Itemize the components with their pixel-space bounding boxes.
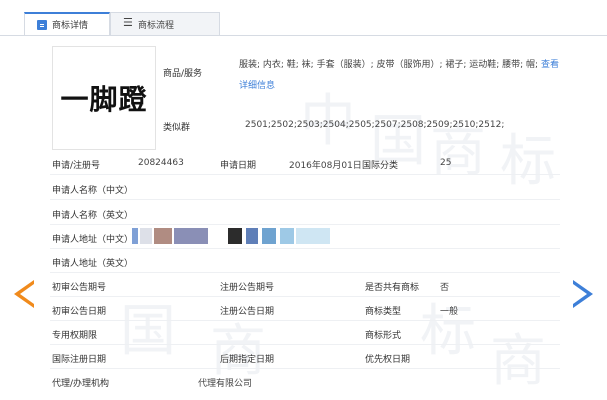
tab-trademark-details[interactable]: 商标详情: [24, 12, 110, 36]
redaction-block: [154, 228, 172, 244]
tm-type-value: 一般: [440, 307, 459, 317]
trademark-image: 一脚蹬: [52, 46, 156, 150]
redaction-block: [228, 228, 242, 244]
intl-class-label: 国际分类: [362, 161, 399, 171]
prelim-pub-date-label: 初审公告日期: [52, 307, 107, 317]
priority-date-label: 优先权日期: [365, 355, 411, 365]
row-divider: [50, 296, 560, 297]
row-divider: [50, 272, 560, 273]
intl-class-value: 25: [440, 158, 452, 168]
watermark: 国: [120, 299, 176, 364]
similar-group-value: 2501;2502;2503;2504;2505;2507;2508;2509;…: [245, 120, 505, 130]
agent-value: 代理有限公司: [198, 379, 253, 389]
applicant-en-label: 申请人名称（英文）: [52, 211, 134, 221]
redaction-block: [262, 228, 276, 244]
tab-label: 商标详情: [52, 21, 89, 31]
row-divider: [50, 224, 560, 225]
app-date-value: 2016年08月01日: [289, 161, 362, 171]
watermark: 商: [210, 319, 266, 384]
row-divider: [50, 174, 560, 175]
later-date-label: 后期指定日期: [220, 355, 275, 365]
shared-value: 否: [440, 283, 450, 293]
watermark: 标: [500, 129, 556, 194]
redaction-block: [174, 228, 208, 244]
address-en-label: 申请人地址（英文）: [52, 259, 134, 269]
row-divider: [50, 344, 560, 345]
prev-arrow-icon[interactable]: [14, 280, 34, 308]
prelim-pub-no-label: 初审公告期号: [52, 283, 107, 293]
row-divider: [50, 320, 560, 321]
tm-form-label: 商标形式: [365, 331, 402, 341]
reg-no-value: 20824463: [138, 158, 184, 168]
applicant-cn-label: 申请人名称（中文）: [52, 186, 134, 196]
watermark: 商: [490, 329, 546, 394]
detail-icon: [37, 19, 47, 30]
similar-group-label: 类似群: [163, 123, 191, 133]
tab-bar: 商标详情 商标流程: [0, 0, 607, 36]
row-divider: [50, 199, 560, 200]
tab-label: 商标流程: [138, 20, 175, 31]
row-divider: [50, 368, 560, 369]
redaction-block: [296, 228, 330, 244]
redaction-block: [132, 228, 138, 244]
list-icon: [123, 16, 133, 29]
trademark-logo-text: 一脚蹬: [60, 83, 148, 116]
goods-value: 服装; 内衣; 鞋; 袜; 手套（服装）; 皮带（服饰用）; 裙子; 运动鞋; …: [239, 60, 541, 70]
app-date-label: 申请日期: [220, 161, 257, 171]
watermark: 标: [420, 299, 476, 364]
tab-trademark-process[interactable]: 商标流程: [110, 12, 220, 36]
shared-label: 是否共有商标: [365, 283, 420, 293]
intl-reg-date-label: 国际注册日期: [52, 355, 107, 365]
address-cn-label: 申请人地址（中文）: [52, 235, 134, 245]
redaction-block: [140, 228, 152, 244]
goods-label: 商品/服务: [163, 69, 203, 79]
reg-pub-date-label: 注册公告日期: [220, 307, 275, 317]
reg-no-label: 申请/注册号: [52, 161, 101, 171]
redaction-block: [246, 228, 258, 244]
reg-pub-no-label: 注册公告期号: [220, 283, 275, 293]
row-divider: [50, 248, 560, 249]
exclusive-period-label: 专用权期限: [52, 331, 98, 341]
next-arrow-icon[interactable]: [573, 280, 593, 308]
tm-type-label: 商标类型: [365, 307, 402, 317]
redaction-block: [280, 228, 294, 244]
goods-list: 服装; 内衣; 鞋; 袜; 手套（服装）; 皮带（服饰用）; 裙子; 运动鞋; …: [239, 55, 559, 97]
agent-label: 代理/办理机构: [52, 379, 110, 389]
